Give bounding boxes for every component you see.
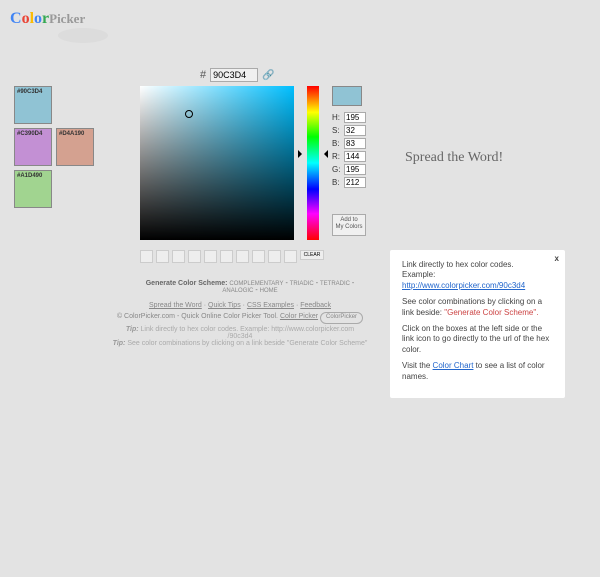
br-label: B:	[332, 139, 344, 148]
history-slot[interactable]	[188, 250, 201, 263]
history-slot[interactable]	[284, 250, 297, 263]
copyright: © ColorPicker.com - Quick Online Color P…	[117, 313, 278, 320]
bl-input[interactable]	[344, 177, 366, 188]
history-slot[interactable]	[140, 250, 153, 263]
swatch-label: #90C3D4	[17, 89, 42, 95]
scheme-link-complementary[interactable]: COMPLEMENTARY	[229, 281, 283, 287]
g-input[interactable]	[344, 164, 366, 175]
info-p3: Click on the boxes at the left side or t…	[402, 324, 553, 355]
swatch-label: #D4A190	[59, 131, 84, 137]
g-label: G:	[332, 165, 344, 174]
info-p1-ex: Example:	[402, 270, 435, 279]
r-input[interactable]	[344, 151, 366, 162]
add-btn-line1: Add to	[340, 217, 357, 223]
saturation-brightness-picker[interactable]	[140, 86, 294, 240]
history-slot[interactable]	[252, 250, 265, 263]
picker-handle[interactable]	[185, 110, 193, 118]
s-label: S:	[332, 126, 344, 135]
tips: Tip: Link directly to hex color codes. E…	[100, 326, 380, 347]
br-input[interactable]	[344, 138, 366, 149]
scheme-title: Generate Color Scheme:	[146, 280, 228, 287]
hex-input-area: # 🔗	[200, 68, 275, 82]
hue-indicator-right	[320, 150, 328, 158]
logo-cloud	[58, 28, 108, 43]
info-panel: x Link directly to hex color codes. Exam…	[390, 250, 565, 398]
channel-inputs: H: S: B: R: G: B:	[332, 112, 366, 190]
swatch-2[interactable]: #D4A190	[56, 128, 94, 166]
swatch-0[interactable]: #90C3D4	[14, 86, 52, 124]
footer-link[interactable]: CSS Examples	[247, 302, 294, 309]
close-icon[interactable]: x	[555, 254, 559, 264]
swatch-label: #C390D4	[17, 131, 42, 137]
footer-link[interactable]: Quick Tips	[208, 302, 241, 309]
history-slot[interactable]	[268, 250, 281, 263]
add-to-my-colors-button[interactable]: Add to My Colors	[332, 214, 366, 236]
tip-1-text: Link directly to hex color codes. Exampl…	[141, 326, 355, 333]
info-p1: Link directly to hex color codes.	[402, 260, 514, 269]
add-btn-line2: My Colors	[335, 224, 362, 230]
footer-link[interactable]: Feedback	[300, 302, 331, 309]
tip-label: Tip:	[126, 326, 139, 333]
color-picker-link[interactable]: Color Picker	[280, 313, 318, 320]
scheme-link-tetradic[interactable]: TETRADIC	[320, 281, 350, 287]
history-slot[interactable]	[220, 250, 233, 263]
logo-text: ColorPicker	[10, 10, 85, 27]
swatch-1[interactable]: #C390D4	[14, 128, 52, 166]
bl-label: B:	[332, 178, 344, 187]
tip-1-hex: /90c3d4	[228, 333, 253, 340]
tip-2-text: See color combinations by clicking on a …	[127, 340, 285, 347]
generate-scheme: Generate Color Scheme: COMPLEMENTARY - T…	[140, 280, 360, 294]
footer: Spread the Word · Quick Tips · CSS Examp…	[100, 300, 380, 324]
link-icon[interactable]: 🔗	[262, 70, 274, 81]
info-p2b: "Generate Color Scheme".	[444, 308, 538, 317]
hex-input[interactable]	[210, 68, 258, 82]
scheme-link-triadic[interactable]: TRIADIC	[290, 281, 314, 287]
color-chart-link[interactable]: Color Chart	[433, 361, 474, 370]
my-colors: #90C3D4 #C390D4 #D4A190 #A1D490	[14, 86, 94, 212]
history-swatches: CLEAR	[140, 250, 324, 263]
colorpicker-badge[interactable]: ColorPicker	[320, 312, 363, 324]
hue-slider[interactable]	[307, 86, 319, 240]
hash-label: #	[200, 69, 206, 81]
h-input[interactable]	[344, 112, 366, 123]
swatch-3[interactable]: #A1D490	[14, 170, 52, 208]
scheme-link-analogic[interactable]: ANALOGIC	[222, 288, 253, 294]
hue-indicator-left	[298, 150, 306, 158]
r-label: R:	[332, 152, 344, 161]
footer-link[interactable]: Spread the Word	[149, 302, 202, 309]
scheme-link-home[interactable]: HOME	[260, 288, 278, 294]
swatch-label: #A1D490	[17, 173, 42, 179]
info-p4a: Visit the	[402, 361, 433, 370]
example-url-link[interactable]: http://www.colorpicker.com/90c3d4	[402, 281, 525, 290]
history-slot[interactable]	[172, 250, 185, 263]
h-label: H:	[332, 113, 344, 122]
history-slot[interactable]	[156, 250, 169, 263]
clear-button[interactable]: CLEAR	[300, 250, 324, 260]
color-preview	[332, 86, 362, 106]
tip-2-quote: "Generate Color Scheme"	[287, 340, 367, 347]
logo[interactable]: ColorPicker	[10, 10, 130, 40]
history-slot[interactable]	[204, 250, 217, 263]
spread-the-word-heading: Spread the Word!	[405, 150, 503, 166]
tip-label: Tip:	[113, 340, 126, 347]
s-input[interactable]	[344, 125, 366, 136]
history-slot[interactable]	[236, 250, 249, 263]
